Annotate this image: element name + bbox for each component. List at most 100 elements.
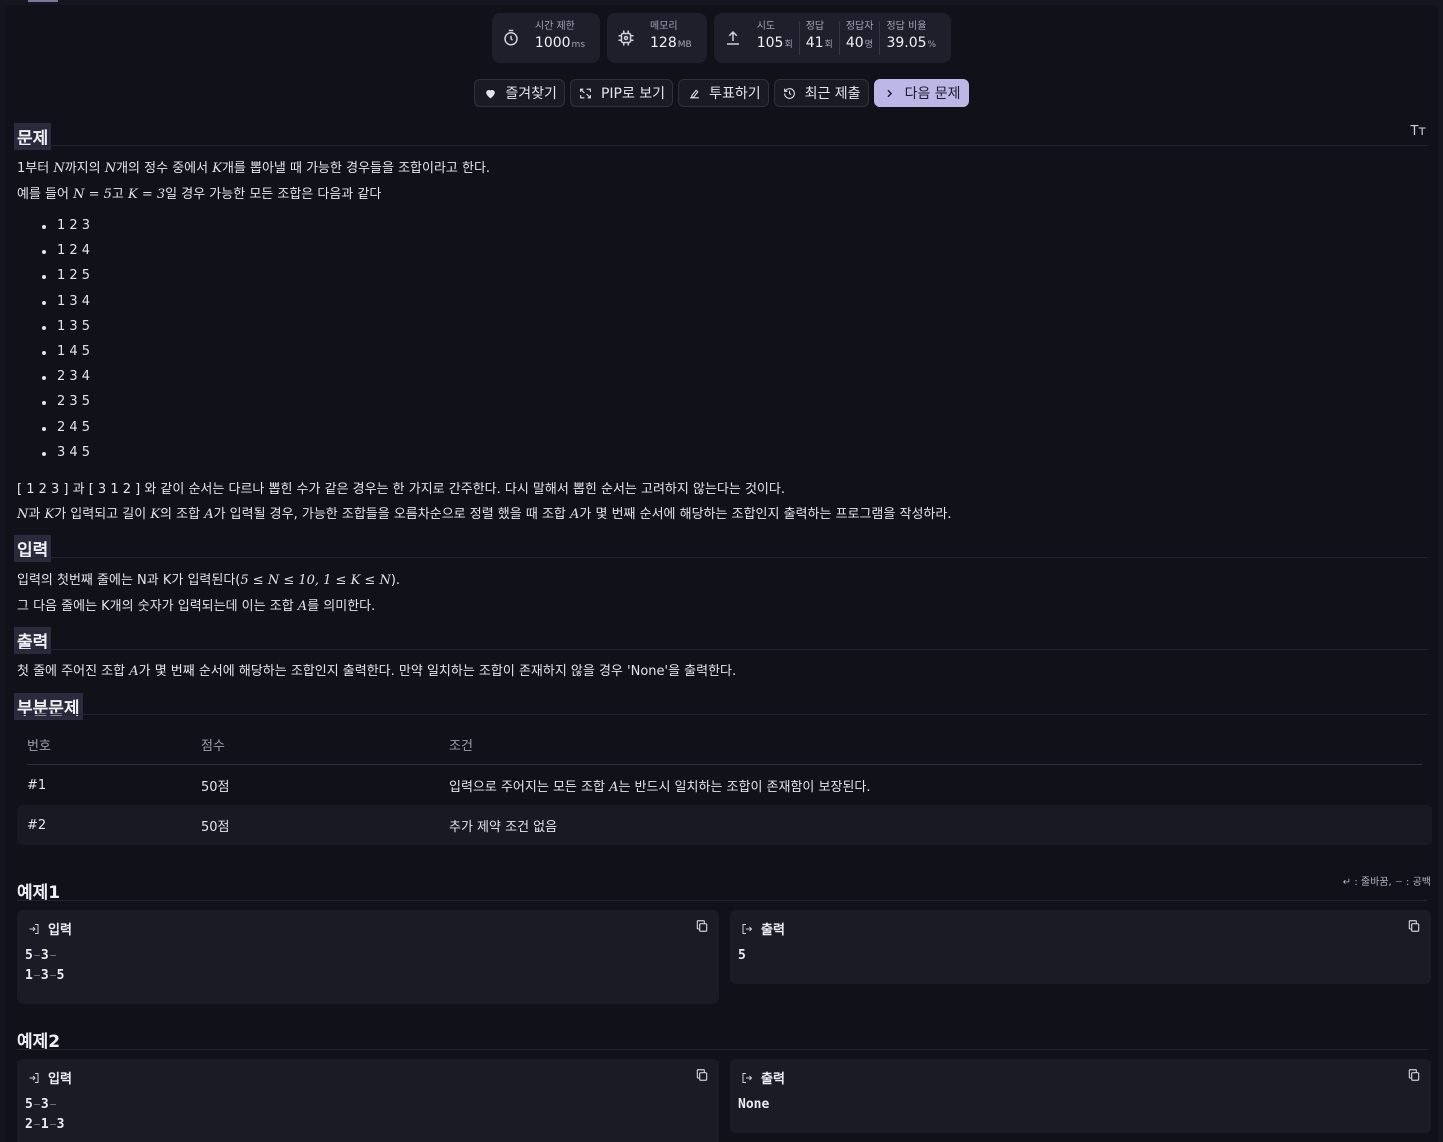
- example-2-input-box: 입력 53 213: [17, 1059, 719, 1142]
- list-item: 1 3 4: [40, 291, 90, 316]
- list-item: 1 2 4: [40, 240, 90, 265]
- example-input: 53 213: [25, 1095, 64, 1135]
- sign-in-icon: [27, 1071, 41, 1085]
- math-var: A: [570, 507, 580, 522]
- token: 1: [25, 968, 33, 983]
- table-header: 번호 점수 조건: [27, 725, 1422, 765]
- box-title: 출력: [761, 923, 785, 938]
- math-expr: 5 ≤ N ≤ 10, 1 ≤ K ≤ N: [240, 573, 391, 588]
- text: 입력으로 주어지는 모든 조합: [449, 779, 610, 795]
- text: 가 입력되고 길이: [54, 507, 151, 522]
- problem-stats: 시간 제한 1000ms 메모리 128MB 시도 105회 정답 41회 정답자 40명…: [0, 13, 1443, 63]
- example-output: 5: [738, 948, 746, 963]
- heart-icon: [482, 85, 498, 101]
- sign-out-icon: [740, 1071, 754, 1085]
- problem-intro: 1부터 N까지의 N개의 정수 중에서 K개를 뽑아낼 때 가능한 경우들을 조…: [17, 157, 490, 176]
- box-header: 입력: [27, 1068, 72, 1087]
- input-line-2: 그 다음 줄에는 K개의 숫자가 입력되는데 이는 조합 A를 의미한다.: [17, 595, 375, 614]
- math-var: A: [204, 507, 214, 522]
- text: 그 다음 줄에는 K개의 숫자가 입력되는데 이는 조합: [17, 599, 298, 614]
- text: 가 몇 번째 순서에 해당하는 조합인지 출력한다. 만약 일치하는 조합이 존…: [138, 664, 737, 679]
- section-divider: [17, 714, 1427, 715]
- input-line-1: 입력의 첫번째 줄에는 N과 K가 입력된다(5 ≤ N ≤ 10, 1 ≤ K…: [17, 569, 400, 588]
- whitespace-legend: ↵ : 줄바꿈, : 공백: [1343, 873, 1431, 888]
- text: 의 조합: [160, 507, 205, 522]
- vote-button[interactable]: 투표하기: [678, 79, 769, 107]
- stat-label: 메모리: [650, 21, 678, 32]
- token: 5: [25, 1097, 33, 1112]
- text: 첫 줄에 주어진 조합: [17, 664, 130, 679]
- next-problem-button[interactable]: 다음 문제: [873, 79, 969, 107]
- button-label: 다음 문제: [904, 86, 961, 102]
- text: 입력의 첫번째 줄에는 N과 K가 입력된다(: [17, 573, 241, 588]
- upload-icon: [723, 28, 743, 48]
- math-expr: K = 3: [128, 187, 166, 202]
- token: 5: [25, 948, 33, 963]
- copy-icon[interactable]: [1407, 919, 1421, 933]
- list-item: 3 4 5: [40, 442, 90, 467]
- subtask-number: #2: [27, 817, 47, 833]
- token: 1: [40, 1117, 49, 1132]
- token: 3: [40, 948, 49, 963]
- subtask-condition: 추가 제약 조건 없음: [449, 819, 558, 835]
- button-label: 투표하기: [709, 86, 761, 102]
- submission-stats: 시도 105회 정답 41회 정답자 40명 정답 비율 39.05%: [713, 13, 952, 63]
- box-title: 출력: [761, 1072, 785, 1087]
- stat-unit: 명: [864, 40, 873, 50]
- text: 가 입력될 경우, 가능한 조합들을 오름차순으로 정렬 했을 때 조합: [213, 507, 570, 522]
- stat-label: 시간 제한: [534, 21, 575, 32]
- stat-value: 41: [805, 35, 824, 51]
- subtask-condition: 입력으로 주어지는 모든 조합 A는 반드시 일치하는 조합이 존재함이 보장된…: [449, 776, 1422, 795]
- tab-indicator: [28, 0, 58, 2]
- example-1-output-box: 출력 5: [730, 910, 1431, 984]
- math-var: N: [53, 161, 65, 176]
- list-item: 1 4 5: [40, 341, 90, 366]
- copy-icon[interactable]: [1407, 1068, 1421, 1082]
- stat-value: 105: [756, 35, 784, 51]
- sign-out-icon: [740, 922, 754, 936]
- chip-icon: [616, 28, 636, 48]
- copy-icon[interactable]: [695, 1068, 709, 1082]
- memory-stat: 메모리 128MB: [607, 13, 707, 63]
- text: ).: [390, 573, 401, 588]
- stat-unit: 회: [784, 40, 793, 50]
- subtask-score: 50점: [201, 779, 230, 795]
- subtasks-heading: 부분문제: [14, 693, 83, 720]
- favorite-button[interactable]: 즐겨찾기: [474, 79, 565, 107]
- recent-submissions-button[interactable]: 최근 제출: [773, 79, 869, 107]
- stat-value: 40: [845, 35, 864, 51]
- font-size-toggle[interactable]: Tт: [1410, 124, 1426, 139]
- stat-label: 정답자: [845, 21, 874, 32]
- math-var: K: [44, 507, 55, 522]
- stat-label: 정답: [805, 21, 825, 32]
- list-item: 1 2 5: [40, 265, 90, 290]
- stat-unit: %: [927, 40, 937, 50]
- newline-label: : 줄바꿈,: [1354, 877, 1392, 888]
- math-expr: N = 5: [73, 187, 112, 202]
- space-label: : 공백: [1406, 877, 1431, 888]
- token: 3: [40, 968, 49, 983]
- stat-unit: MB: [677, 40, 692, 50]
- subtask-score: 50점: [201, 819, 230, 835]
- pip-button[interactable]: PIP로 보기: [569, 79, 674, 107]
- column-header: 조건: [449, 739, 473, 754]
- action-bar: 즐겨찾기 PIP로 보기 투표하기 최근 제출 다음 문제: [0, 79, 1443, 107]
- stat-value: 1000: [534, 35, 571, 51]
- list-item: 2 3 5: [40, 391, 90, 416]
- math-var: K: [212, 161, 222, 176]
- stat-value: 39.05: [886, 35, 927, 51]
- problem-note: [ 1 2 3 ] 과 [ 3 1 2 ] 와 같이 순서는 다르나 뽑힌 수가…: [17, 482, 785, 497]
- section-divider: [17, 145, 1427, 146]
- history-icon: [782, 85, 798, 101]
- list-item: 2 3 4: [40, 366, 90, 391]
- chevron-right-icon: [882, 85, 898, 101]
- text: 개의 정수 중에서: [116, 161, 213, 176]
- time-limit-stat: 시간 제한 1000ms: [491, 13, 601, 63]
- math-var: A: [297, 599, 308, 614]
- copy-icon[interactable]: [695, 919, 709, 933]
- section-divider: [17, 900, 1427, 901]
- table-row: #1 50점 입력으로 주어지는 모든 조합 A는 반드시 일치하는 조합이 존…: [17, 765, 1432, 805]
- section-divider: [17, 557, 1427, 558]
- list-item: 1 3 5: [40, 316, 90, 341]
- section-divider: [17, 1049, 1427, 1050]
